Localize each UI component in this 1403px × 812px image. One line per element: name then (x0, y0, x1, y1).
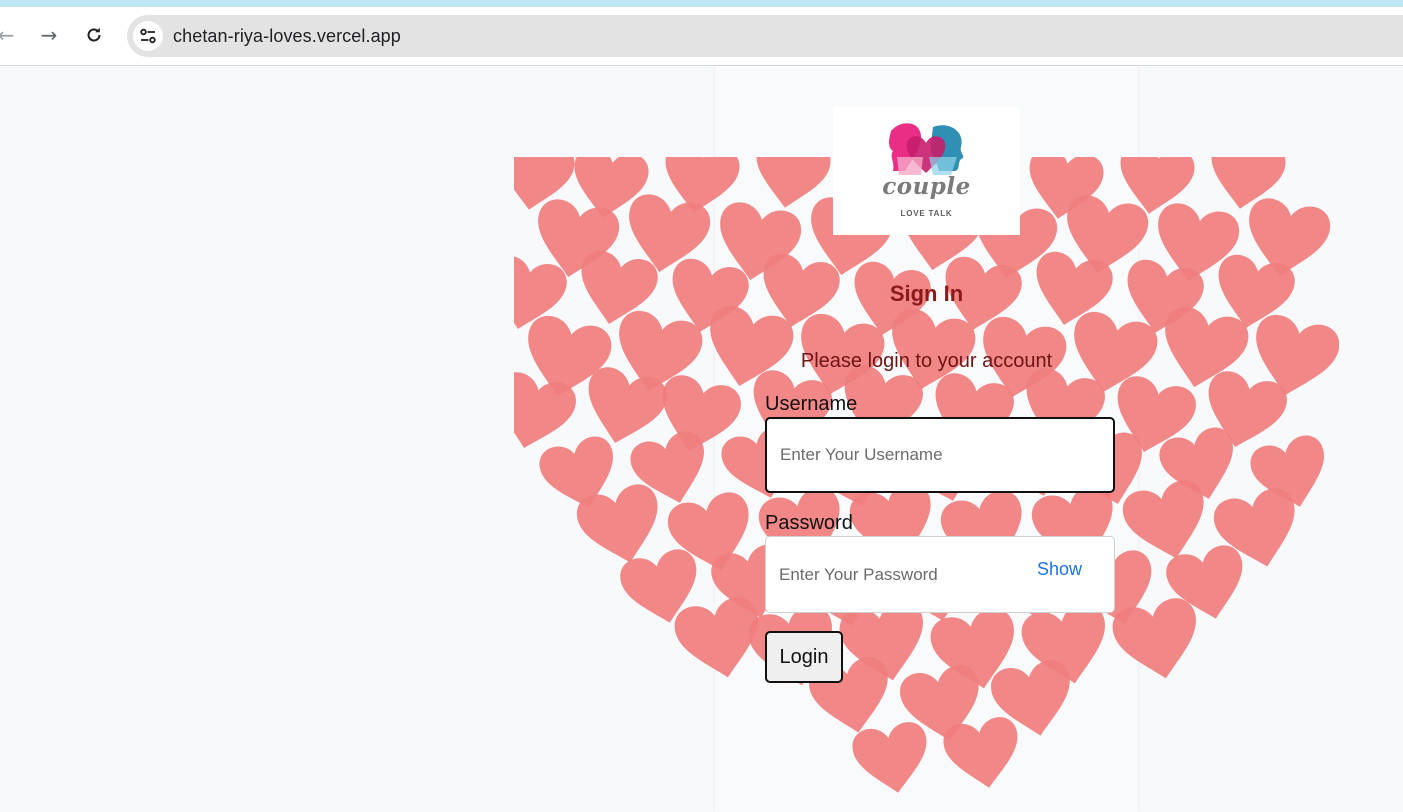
password-input[interactable] (766, 537, 1016, 612)
forward-button[interactable]: → (35, 21, 63, 49)
address-bar[interactable]: chetan-riya-loves.vercel.app (127, 15, 1403, 57)
password-label: Password (765, 512, 853, 534)
decorative-heart (852, 722, 927, 793)
arrow-left-icon: ← (0, 23, 15, 47)
logo-wordmark: couple (882, 173, 971, 200)
reload-button[interactable] (80, 21, 108, 49)
show-password-button[interactable]: Show (1037, 559, 1082, 580)
decorative-heart (943, 717, 1018, 788)
username-label: Username (765, 393, 858, 415)
tune-icon (140, 28, 156, 44)
top-accent-strip (0, 0, 1403, 7)
site-info-button[interactable] (133, 21, 163, 51)
couple-love-talk-logo: couple LOVE TALK (833, 107, 1020, 235)
page-title: Sign In (889, 281, 964, 306)
page-viewport: couple LOVE TALK Sign In Please login to… (0, 66, 1403, 812)
arrow-right-icon: → (40, 23, 58, 47)
login-subtitle: Please login to your account (800, 350, 1053, 372)
logo-tagline: LOVE TALK (900, 209, 953, 218)
back-button[interactable]: ← (0, 21, 20, 49)
url-text[interactable]: chetan-riya-loves.vercel.app (173, 26, 401, 47)
browser-toolbar: ← → chetan-riya-loves.vercel.app (0, 7, 1403, 66)
username-input[interactable] (767, 419, 1113, 491)
password-field-box: Show (765, 536, 1115, 613)
login-button[interactable]: Login (765, 631, 843, 683)
username-field-box (765, 417, 1115, 493)
reload-icon (87, 27, 101, 42)
